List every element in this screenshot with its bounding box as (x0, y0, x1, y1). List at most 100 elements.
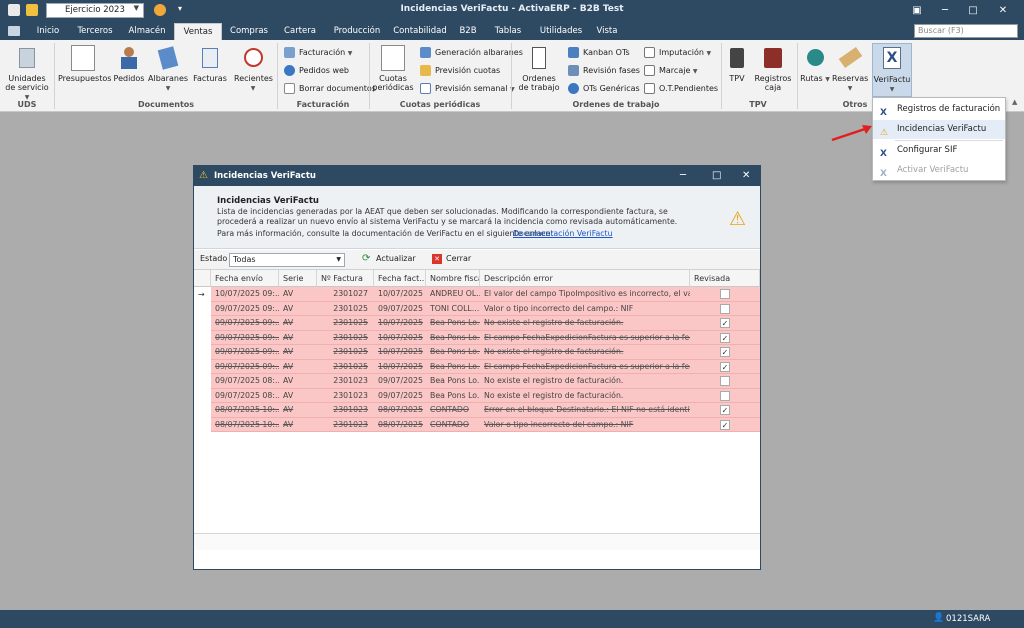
pointer-arrow-icon (831, 125, 872, 142)
table-row[interactable]: 09/07/2025 08:... AV 2301023 09/07/2025 Bea … (211, 374, 760, 389)
menu-item-registros-facturacion[interactable]: X Registros de facturación (873, 100, 1005, 119)
verifactu-button[interactable]: X VeriFactu ▼ (872, 43, 912, 97)
menu-item-activar-verifactu[interactable]: X Activar VeriFactu (873, 161, 1005, 180)
menu-tab-b2b[interactable]: B2B (454, 23, 482, 40)
delete-document-icon (284, 83, 295, 94)
column-numero-factura[interactable]: Nº Factura (317, 270, 374, 287)
prevision-cuotas-button[interactable]: Previsión cuotas (420, 63, 500, 78)
marcaje-button[interactable]: Marcaje ▼ (644, 63, 698, 78)
revisada-checkbox[interactable]: ✓ (720, 318, 730, 328)
ots-genericas-button[interactable]: OTs Genéricas (568, 81, 640, 96)
search-input[interactable]: Buscar (F3) (914, 24, 1018, 38)
menu-tab-produccion[interactable]: Producción (328, 23, 386, 40)
minimize-button[interactable]: ─ (934, 2, 956, 19)
app-menu-icon[interactable] (8, 26, 20, 36)
presupuestos-button[interactable]: Presupuestos (58, 45, 111, 83)
column-fecha-factura[interactable]: Fecha fact... (374, 270, 426, 287)
cell-fecha: 09/07/2025 09:... (215, 332, 279, 342)
tpv-button[interactable]: TPV (724, 45, 750, 83)
collapse-ribbon-icon[interactable]: ▲ (1012, 98, 1017, 106)
imputacion-button[interactable]: Imputación ▼ (644, 45, 711, 60)
column-descripcion-error[interactable]: Descripción error (480, 270, 690, 287)
menu-item-incidencias-verifactu[interactable]: ⚠ Incidencias VeriFactu (873, 120, 1005, 139)
revisada-checkbox[interactable] (720, 390, 730, 401)
column-fecha-envio[interactable]: Fecha envío (211, 270, 279, 287)
kanban-ots-button[interactable]: Kanban OTs (568, 45, 630, 60)
menu-tab-terceros[interactable]: Terceros (72, 23, 118, 40)
table-row[interactable]: 08/07/2025 10:... AV 2301023 08/07/2025 CONT… (211, 403, 760, 418)
revisada-checkbox[interactable]: ✓ (720, 332, 730, 343)
table-row[interactable]: 10/07/2025 09:... AV 2301027 10/07/2025 ANDR… (211, 287, 760, 302)
maximize-button[interactable]: □ (962, 2, 984, 19)
revisada-checkbox[interactable] (720, 289, 730, 299)
cell-nombre: ANDREU OL... (430, 289, 480, 298)
revisada-checkbox[interactable]: ✓ (720, 347, 730, 357)
layout-icon[interactable]: ▣ (906, 2, 928, 19)
borrar-documentos-button[interactable]: Borrar documentos (284, 81, 376, 96)
column-serie[interactable]: Serie (279, 270, 317, 287)
cell-desc: El valor del campo TipoImpositivo es inc… (484, 289, 690, 298)
actualizar-button[interactable]: ⟳ Actualizar (362, 253, 416, 264)
facturas-button[interactable]: Facturas (192, 45, 228, 83)
menu-tab-contabilidad[interactable]: Contabilidad (390, 23, 450, 40)
menu-tab-cartera[interactable]: Cartera (278, 23, 322, 40)
pos-terminal-icon (725, 45, 749, 71)
menu-tab-almacen[interactable]: Almacén (122, 23, 172, 40)
pedidos-button[interactable]: Pedidos (112, 45, 146, 83)
cell-fecha: 09/07/2025 08:... (215, 390, 279, 400)
menu-tab-compras[interactable]: Compras (226, 23, 272, 40)
table-row[interactable]: 09/07/2025 09:... AV 2301025 10/07/2025 Bea … (211, 359, 760, 374)
revisada-checkbox[interactable]: ✓ (720, 405, 730, 415)
menu-item-configurar-sif[interactable]: X Configurar SIF (873, 141, 1005, 160)
rutas-button[interactable]: Rutas ▼ (800, 45, 830, 84)
registros-caja-button[interactable]: Registros caja (754, 45, 792, 92)
recientes-button[interactable]: Recientes ▼ (234, 45, 273, 93)
facturacion-button[interactable]: Facturación ▼ (284, 45, 352, 60)
table-row[interactable]: 09/07/2025 09:... AV 2301025 10/07/2025 Bea … (211, 330, 760, 345)
generacion-albaranes-button[interactable]: Generación albaranes (420, 45, 523, 60)
ribbon: Unidades de servicio ▼ UDS Presupuestos … (0, 40, 1024, 112)
table-row[interactable]: 09/07/2025 09:... AV 2301025 10/07/2025 Bea … (211, 316, 760, 331)
dialog-title: Incidencias VeriFactu (214, 171, 316, 181)
menu-tab-vista[interactable]: Vista (592, 23, 622, 40)
reservas-button[interactable]: Reservas ▼ (832, 45, 868, 93)
cell-desc: No existe el registro de facturación. (484, 390, 624, 400)
menu-tab-ventas[interactable]: Ventas (174, 23, 222, 40)
revisada-checkbox[interactable] (720, 376, 730, 386)
dialog-minimize-button[interactable]: ─ (680, 166, 686, 186)
cell-ffact: 10/07/2025 (378, 361, 423, 371)
revisada-checkbox[interactable]: ✓ (720, 419, 730, 430)
menu-tab-inicio[interactable]: Inicio (30, 23, 66, 40)
albaranes-button[interactable]: Albaranes ▼ (148, 45, 188, 93)
revisada-checkbox[interactable]: ✓ (720, 361, 730, 372)
revisada-checkbox[interactable] (720, 303, 730, 314)
albaranes-label: Albaranes (148, 74, 189, 83)
dialog-maximize-button[interactable]: □ (712, 166, 721, 186)
cell-fecha: 09/07/2025 09:... (215, 303, 279, 313)
cuotas-periodicas-button[interactable]: Cuotas periódicas (372, 45, 414, 92)
revision-fases-button[interactable]: Revisión fases (568, 63, 640, 78)
table-row[interactable]: 09/07/2025 09:... AV 2301025 09/07/2025 TONI… (211, 301, 760, 316)
dialog-close-button[interactable]: ✕ (742, 166, 750, 186)
current-row-arrow-icon: → (198, 290, 205, 299)
pedidos-web-button[interactable]: Pedidos web (284, 63, 349, 78)
ot-pendientes-button[interactable]: O.T.Pendientes (644, 81, 718, 96)
table-row[interactable]: 08/07/2025 10:... AV 2301023 08/07/2025 CONT… (211, 417, 760, 432)
ordenes-trabajo-button[interactable]: Ordenes de trabajo (516, 45, 562, 92)
cerrar-button[interactable]: ✕ Cerrar (432, 254, 471, 264)
column-revisada[interactable]: Revisada (690, 270, 760, 287)
cell-desc: El campo FechaExpedicionFactura es super… (484, 332, 690, 342)
cell-num: 2301023 (333, 419, 368, 429)
estado-select[interactable]: Todas ▼ (229, 253, 345, 267)
prevision-semanal-button[interactable]: Previsión semanal ▼ (420, 81, 515, 96)
documentation-link[interactable]: Documentación VeriFactu (513, 229, 613, 238)
table-row[interactable]: 09/07/2025 08:... AV 2301023 09/07/2025 Bea … (211, 388, 760, 403)
cell-fecha: 09/07/2025 08:... (215, 376, 279, 385)
close-button[interactable]: ✕ (992, 2, 1014, 19)
unidades-servicio-button[interactable]: Unidades de servicio ▼ (4, 45, 50, 102)
column-nombre-fiscal[interactable]: Nombre fiscal (426, 270, 480, 287)
menu-tab-tablas[interactable]: Tablas (488, 23, 528, 40)
menu-tab-utilidades[interactable]: Utilidades (534, 23, 588, 40)
table-row[interactable]: 09/07/2025 09:... AV 2301025 10/07/2025 Bea … (211, 345, 760, 360)
verifactu-icon: X (880, 169, 887, 179)
